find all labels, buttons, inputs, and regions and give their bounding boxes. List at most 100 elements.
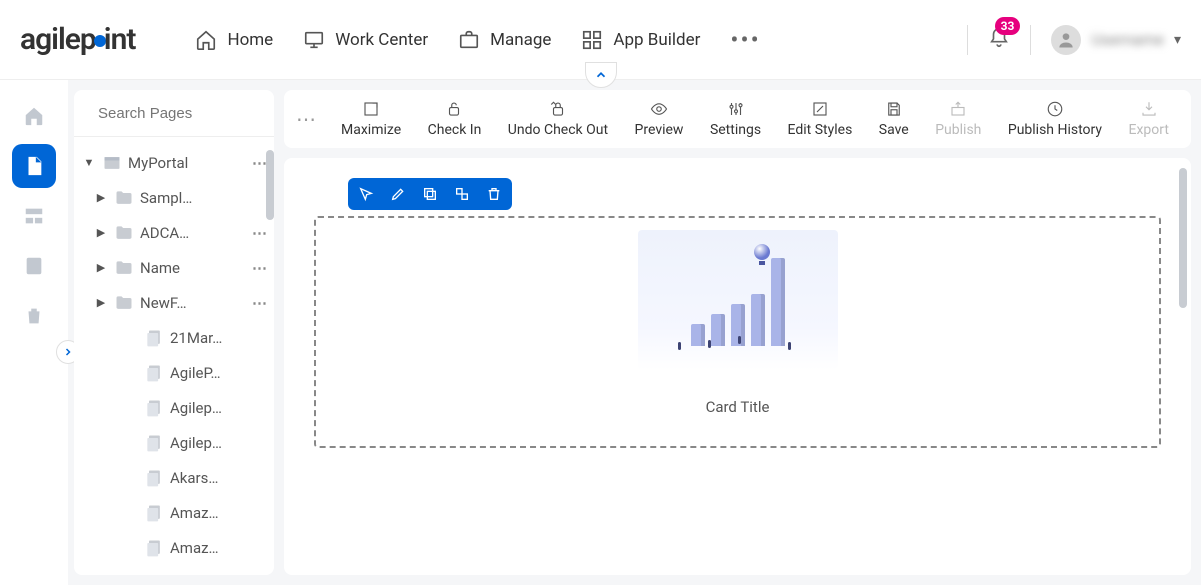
notification-badge: 33 <box>995 17 1021 35</box>
grid-icon <box>581 29 603 51</box>
sidebar-trash-button[interactable] <box>12 294 56 338</box>
tree-item-more-button[interactable]: ⋯ <box>246 259 274 277</box>
tree-page-item[interactable]: Akars… <box>74 460 274 495</box>
toolbar-preview-button[interactable]: Preview <box>625 96 694 142</box>
search-row <box>74 90 274 137</box>
edit-styles-icon <box>811 100 829 118</box>
tree-item-label: NewF… <box>140 294 246 312</box>
toolbar-more-button[interactable]: ⋯ <box>296 107 317 131</box>
page-icon <box>144 433 164 453</box>
tree-page-item[interactable]: Amaz… <box>74 530 274 565</box>
toolbar-edit-styles-button[interactable]: Edit Styles <box>778 96 863 142</box>
card-widget[interactable]: Card Title <box>314 216 1161 448</box>
toolbar-publish-history-label: Publish History <box>1008 122 1102 138</box>
notifications-button[interactable]: 33 <box>988 27 1010 53</box>
divider <box>967 25 968 55</box>
home-icon <box>195 29 217 51</box>
user-menu[interactable]: Username ▾ <box>1051 25 1181 55</box>
tree-folder-item[interactable]: ▶ NewF…⋯ <box>74 285 274 320</box>
nav-app-builder[interactable]: App Builder <box>581 26 700 54</box>
main-area: ▼MyPortal⋯▶Sampl…▶ADCA…⋯▶Name⋯▶NewF…⋯21M… <box>0 80 1201 585</box>
page-icon <box>144 538 164 558</box>
toolbar-save-button[interactable]: Save <box>869 96 919 142</box>
toolbar-save-label: Save <box>879 122 909 138</box>
tree-folder-item[interactable]: ▶ADCA…⋯ <box>74 215 274 250</box>
bars-graphic <box>691 258 785 346</box>
cursor-icon <box>358 186 374 202</box>
brand-logo: agilepint <box>20 22 135 57</box>
maximize-icon <box>362 100 380 118</box>
tree-page-item[interactable]: AgileP… <box>74 355 274 390</box>
toolbar-edit-styles-label: Edit Styles <box>788 122 853 138</box>
brand-text-b: int <box>104 22 136 57</box>
tree-item-more-button[interactable]: ⋯ <box>246 224 274 242</box>
toolbar-settings-label: Settings <box>710 122 761 138</box>
folder-icon <box>114 293 134 313</box>
tree-page-item[interactable]: 21Mar… <box>74 320 274 355</box>
card-illustration <box>638 230 838 370</box>
nav-work-center-label: Work Center <box>335 30 428 50</box>
page-icon <box>144 363 164 383</box>
sidebar-home-button[interactable] <box>12 94 56 138</box>
caret-icon: ▶ <box>94 191 108 204</box>
tree-page-item[interactable]: Agilep… <box>74 425 274 460</box>
sidebar-layout-button[interactable] <box>12 194 56 238</box>
trash-icon <box>486 186 502 202</box>
tree-item-label: Agilep… <box>170 434 274 452</box>
sidebar-pages-button[interactable] <box>12 144 56 188</box>
username-label: Username <box>1091 30 1164 49</box>
editor-toolbar: ⋯ Maximize Check In Undo Check OutPreview S… <box>284 90 1191 148</box>
tree-page-item[interactable]: Agilep… <box>74 390 274 425</box>
toolbar-publish-button: Publish <box>925 96 991 142</box>
widget-move-button[interactable] <box>450 182 474 206</box>
toolbar-maximize-button[interactable]: Maximize <box>331 96 411 142</box>
nav-work-center[interactable]: Work Center <box>303 26 428 54</box>
tree-folder-item[interactable]: ▶Name⋯ <box>74 250 274 285</box>
tree-item-label: Sampl… <box>140 189 274 207</box>
tree-item-label: Akars… <box>170 469 274 487</box>
chevron-down-icon: ▾ <box>1174 32 1181 48</box>
toolbar-undo-check-out-button[interactable]: Undo Check Out <box>498 96 618 142</box>
nav-right: 33 Username ▾ <box>967 25 1181 55</box>
caret-icon: ▶ <box>94 261 108 274</box>
toolbar-publish-history-button[interactable]: Publish History <box>998 96 1112 142</box>
nav-more-button[interactable]: ••• <box>730 26 760 54</box>
widget-select-button[interactable] <box>354 182 378 206</box>
widget-edit-button[interactable] <box>386 182 410 206</box>
divider <box>1030 25 1031 55</box>
toolbar-publish-label: Publish <box>935 122 981 138</box>
toolbar-check-in-button[interactable]: Check In <box>418 96 492 142</box>
canvas-scrollbar[interactable] <box>1179 168 1187 308</box>
tree-item-label: AgileP… <box>170 364 274 382</box>
tree-folder-item[interactable]: ▼MyPortal⋯ <box>74 145 274 180</box>
caret-icon: ▼ <box>82 156 96 169</box>
sidebar-list-button[interactable] <box>12 244 56 288</box>
move-icon <box>454 186 470 202</box>
tree-list: ▼MyPortal⋯▶Sampl…▶ADCA…⋯▶Name⋯▶NewF…⋯21M… <box>74 137 274 575</box>
page-icon <box>144 398 164 418</box>
tree-item-more-button[interactable]: ⋯ <box>246 294 274 312</box>
nav-manage-label: Manage <box>490 30 551 50</box>
caret-icon: ▶ <box>94 296 108 309</box>
preview-icon <box>650 100 668 118</box>
widget-copy-button[interactable] <box>418 182 442 206</box>
nav-home[interactable]: Home <box>195 26 273 54</box>
tree-item-label: Amaz… <box>170 539 274 557</box>
tree-item-label: 21Mar… <box>170 329 274 347</box>
publish-icon <box>949 100 967 118</box>
tree-page-item[interactable]: Amaz… <box>74 495 274 530</box>
tree-folder-item[interactable]: ▶ Sampl… <box>74 180 274 215</box>
monitor-icon <box>303 29 325 51</box>
tree-scrollbar[interactable] <box>266 150 274 220</box>
toolbar-check-in-label: Check In <box>428 122 482 138</box>
toolbar-settings-button[interactable]: Settings <box>700 96 771 142</box>
nav-manage[interactable]: Manage <box>458 26 551 54</box>
toolbar-export-button: Export <box>1119 96 1179 142</box>
root-icon <box>102 153 122 173</box>
publish-history-icon <box>1046 100 1064 118</box>
widget-delete-button[interactable] <box>482 182 506 206</box>
undo-check-out-icon <box>549 100 567 118</box>
settings-icon <box>727 100 745 118</box>
search-input[interactable] <box>98 105 274 122</box>
canvas[interactable]: Card Title <box>284 158 1191 575</box>
